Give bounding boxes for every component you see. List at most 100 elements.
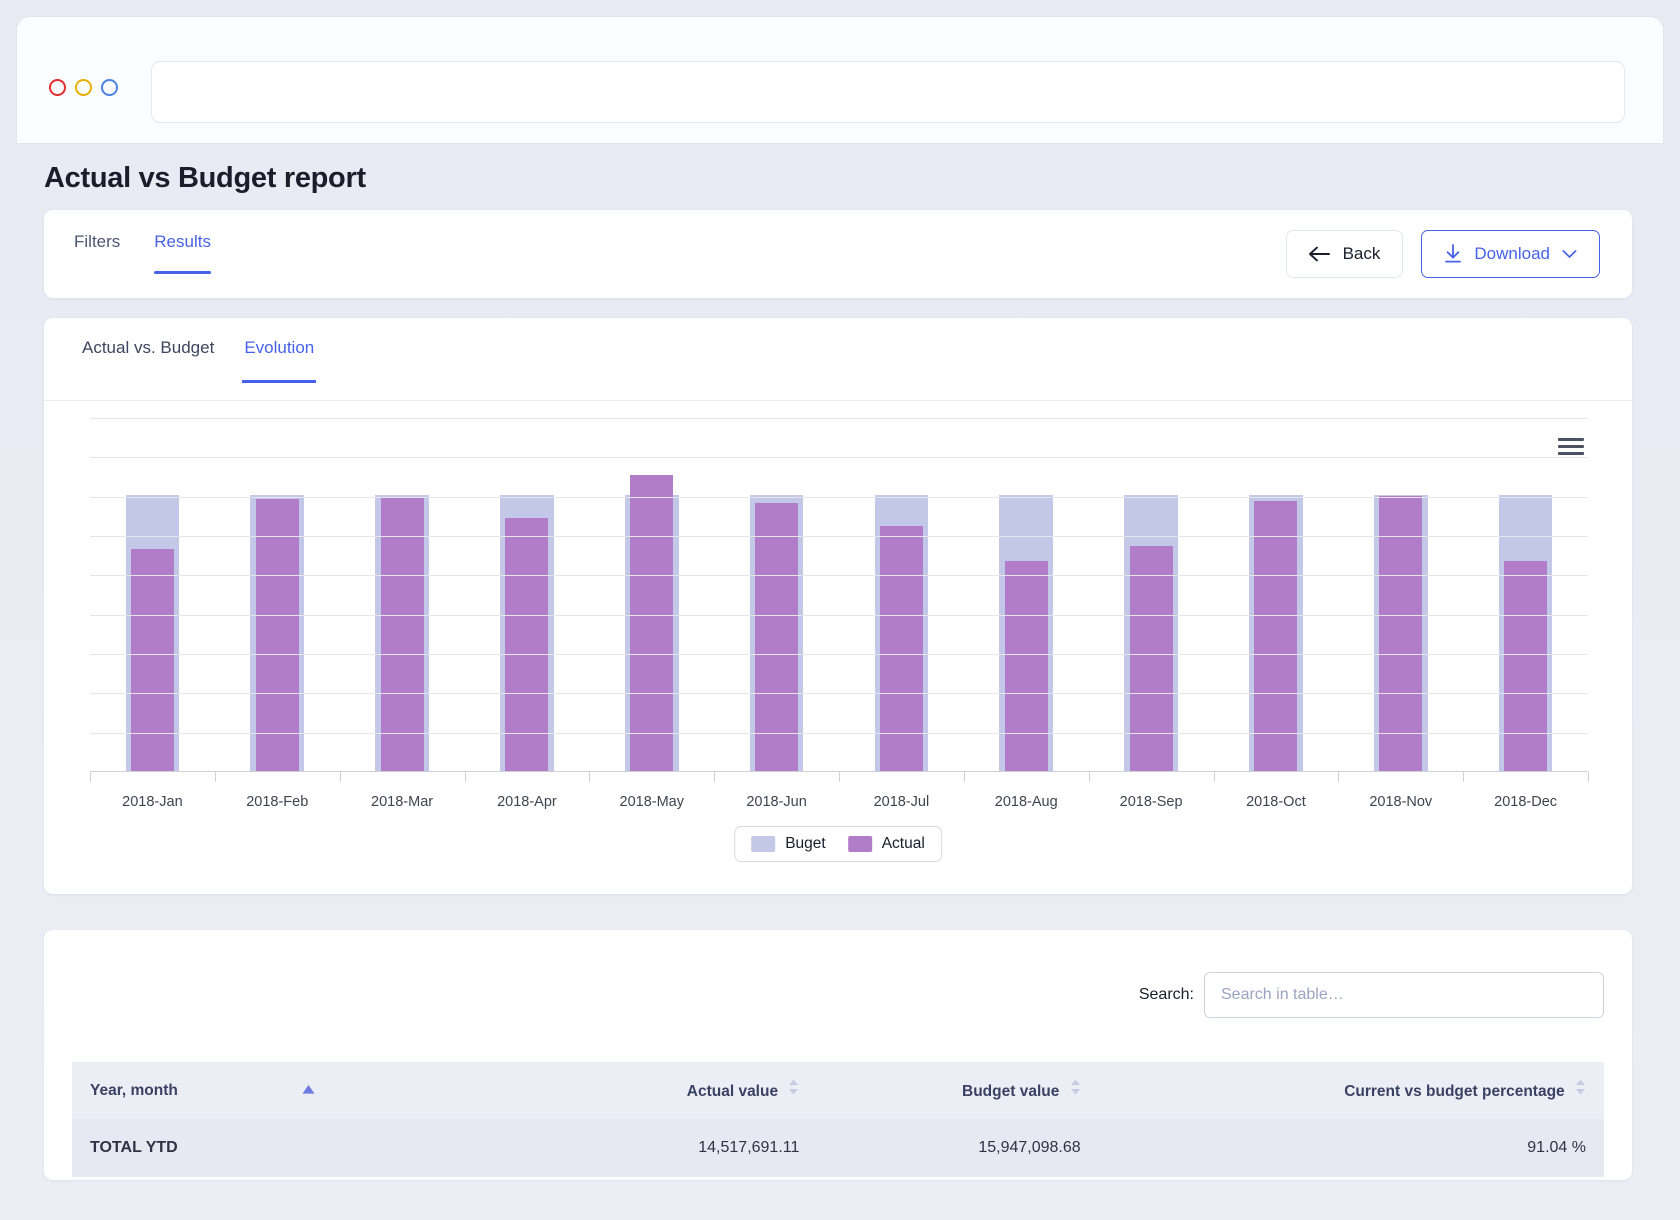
sort-both-icon <box>1575 1079 1586 1100</box>
x-axis-label: 2018-Mar <box>371 794 434 810</box>
sort-asc-icon <box>302 1081 315 1099</box>
x-axis-label: 2018-Apr <box>497 794 557 810</box>
x-axis-label: 2018-Jan <box>122 794 183 810</box>
x-axis-tick <box>839 772 840 782</box>
tab-evolution[interactable]: Evolution <box>242 338 317 383</box>
x-axis-label: 2018-Dec <box>1494 794 1558 810</box>
x-axis-tick <box>714 772 716 782</box>
x-axis-tick <box>1338 772 1340 782</box>
bar-actual[interactable] <box>1129 546 1173 772</box>
chart-gridline <box>90 457 1588 458</box>
x-axis-label: 2018-Jun <box>746 794 807 810</box>
back-button-label: Back <box>1342 244 1381 263</box>
minimize-circle-icon[interactable] <box>75 79 92 96</box>
chart-tabs: Actual vs. Budget Evolution <box>80 338 317 383</box>
column-header-year-month[interactable]: Year, month <box>72 1062 548 1119</box>
download-button[interactable]: Download <box>1421 230 1600 278</box>
bar-actual[interactable] <box>130 549 174 772</box>
x-axis-tick <box>963 772 965 782</box>
column-label: Budget value <box>962 1083 1060 1100</box>
bar-actual[interactable] <box>1254 501 1298 772</box>
chart-card: Actual vs. Budget Evolution Buget Actual… <box>44 318 1632 894</box>
bar-actual[interactable] <box>1004 561 1048 772</box>
toolbar-actions: Back Download <box>1285 230 1600 278</box>
arrow-left-icon <box>1308 246 1331 262</box>
download-button-label: Download <box>1474 244 1550 263</box>
x-axis-label: 2018-Jul <box>873 794 930 810</box>
evolution-bar-chart: Buget Actual 2018-Jan 2018-Feb 2018-Mar 201… <box>80 418 1596 862</box>
legend-label-actual: Actual <box>881 835 925 852</box>
search-input[interactable] <box>1204 972 1604 1018</box>
x-axis-tick <box>1088 772 1090 782</box>
x-axis-label: 2018-Sep <box>1119 794 1183 810</box>
table-search-row: Search: <box>1139 972 1604 1018</box>
legend-item-actual[interactable]: Actual <box>847 835 925 853</box>
legend-label-budget: Buget <box>785 835 826 852</box>
x-axis-label: 2018-Nov <box>1369 794 1433 810</box>
table-body: TOTAL YTD 14,517,691.11 15,947,098.68 91.04… <box>72 1119 1604 1177</box>
download-icon <box>1444 244 1462 264</box>
tab-actual-vs-budget[interactable]: Actual vs. Budget <box>80 338 216 382</box>
results-table-card: Search: Year, month Actual value <box>44 930 1632 1180</box>
table-header-row: Year, month Actual value Budget value Cu… <box>72 1062 1604 1119</box>
column-label: Current vs budget percentage <box>1344 1083 1565 1100</box>
x-axis-tick <box>90 772 91 782</box>
column-label: Year, month <box>90 1081 178 1099</box>
results-tabs: Filters Results <box>74 232 211 274</box>
tab-filters[interactable]: Filters <box>74 232 120 274</box>
app-page: Actual vs Budget report Filters Results … <box>0 0 1680 1220</box>
sort-both-icon <box>788 1079 799 1100</box>
search-label: Search: <box>1138 986 1194 1003</box>
sort-both-icon <box>1070 1079 1081 1100</box>
close-circle-icon[interactable] <box>49 79 66 96</box>
column-header-actual-value[interactable]: Actual value <box>547 1062 818 1119</box>
bar-actual[interactable] <box>630 475 674 772</box>
back-button[interactable]: Back <box>1285 230 1404 278</box>
cell-budget-value: 15,947,098.68 <box>817 1119 1099 1177</box>
chart-gridline <box>90 733 1588 734</box>
bar-actual[interactable] <box>1504 561 1548 772</box>
x-axis-tick <box>589 772 591 782</box>
tab-results[interactable]: Results <box>154 232 211 274</box>
x-axis-tick <box>1588 772 1589 782</box>
column-header-current-vs-budget-percentage[interactable]: Current vs budget percentage <box>1098 1062 1604 1119</box>
window-traffic-lights <box>49 79 118 96</box>
legend-swatch-budget <box>751 836 776 852</box>
x-axis-label: 2018-Oct <box>1246 794 1306 810</box>
legend-swatch-actual <box>847 836 872 852</box>
x-axis-tick <box>464 772 466 782</box>
x-axis-tick <box>214 772 216 782</box>
chart-gridline <box>90 575 1588 576</box>
cell-percentage: 91.04 % <box>1098 1119 1604 1177</box>
cell-year-month: TOTAL YTD <box>72 1119 548 1177</box>
browser-chrome <box>16 16 1664 144</box>
bar-actual[interactable] <box>380 497 424 772</box>
column-header-budget-value[interactable]: Budget value <box>817 1062 1099 1119</box>
column-label: Actual value <box>686 1083 779 1100</box>
results-table: Year, month Actual value Budget value Cu… <box>72 1062 1604 1177</box>
app-content: Actual vs Budget report Filters Results … <box>16 144 1664 1204</box>
x-axis-tick <box>339 772 341 782</box>
chevron-down-icon <box>1562 249 1577 259</box>
chart-gridline <box>90 418 1588 419</box>
maximize-circle-icon[interactable] <box>101 79 118 96</box>
bar-actual[interactable] <box>1379 496 1423 772</box>
results-toolbar-card: Filters Results Back Download <box>44 210 1632 298</box>
chart-gridline <box>90 693 1588 694</box>
cell-actual-value: 14,517,691.11 <box>547 1119 818 1177</box>
chart-gridline <box>90 615 1588 616</box>
chart-legend: Buget Actual <box>734 826 942 862</box>
chart-bars-layer <box>90 418 1588 772</box>
bar-actual[interactable] <box>755 503 799 772</box>
table-row[interactable]: TOTAL YTD 14,517,691.11 15,947,098.68 91.04… <box>72 1119 1604 1177</box>
x-axis-label: 2018-May <box>619 794 684 810</box>
table-head: Year, month Actual value Budget value Cu… <box>72 1062 1604 1119</box>
chart-gridline <box>90 497 1588 498</box>
bar-actual[interactable] <box>255 499 299 772</box>
x-axis-label: 2018-Aug <box>994 794 1058 810</box>
bar-actual[interactable] <box>879 526 923 772</box>
legend-item-budget[interactable]: Buget <box>751 835 826 853</box>
chart-gridline <box>90 654 1588 655</box>
url-input[interactable] <box>151 61 1625 123</box>
x-axis-tick <box>1463 772 1465 782</box>
